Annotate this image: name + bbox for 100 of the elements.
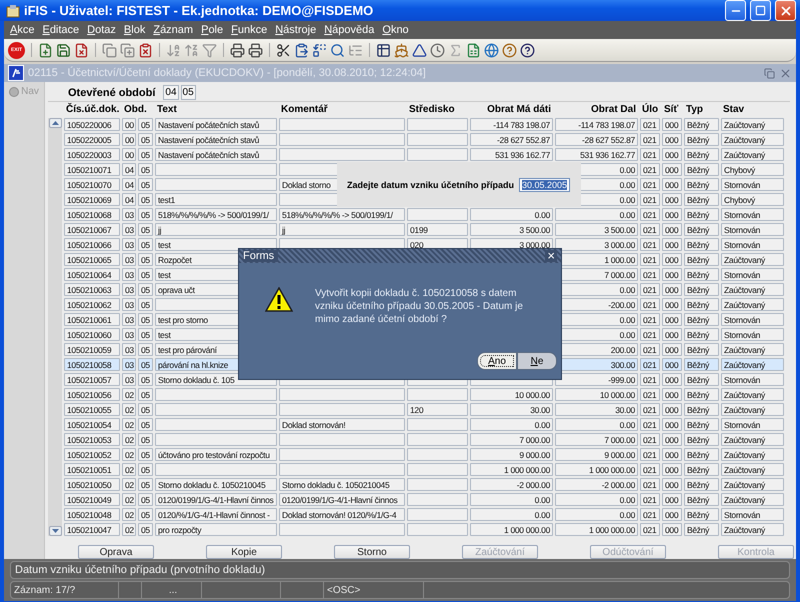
column-header: Úlo <box>641 104 660 116</box>
table-cell: Běžný <box>684 283 719 296</box>
table-cell: 000 <box>662 208 682 221</box>
table-cell: 021 <box>640 403 660 416</box>
table-cell: 05 <box>138 478 153 491</box>
table-cell: Běžný <box>684 373 719 386</box>
table-cell: 000 <box>662 403 682 416</box>
table-cell: jj <box>279 223 405 236</box>
table-cell: 00 <box>122 148 136 161</box>
table-cell: Běžný <box>684 433 719 446</box>
table-cell: 02 <box>122 433 136 446</box>
table-cell: Stornován <box>721 238 784 251</box>
table-cell: 021 <box>640 208 660 221</box>
table-cell: -114 783 198.07 <box>555 118 638 131</box>
form-button[interactable]: Oprava <box>78 545 154 559</box>
menu-item[interactable]: Nástroje <box>271 24 320 36</box>
table-cell: 000 <box>662 463 682 476</box>
table-cell: 000 <box>662 433 682 446</box>
menu-item[interactable]: Blok <box>120 24 150 36</box>
column-header: Text <box>156 104 178 116</box>
table-cell: Běžný <box>684 118 719 131</box>
table-cell: Běžný <box>684 478 719 491</box>
column-header: Typ <box>685 104 704 116</box>
table-cell: Zaúčtovaný <box>721 148 784 161</box>
status-hint: Datum vzniku účetního případu (prvotního dokladu) <box>14 564 266 576</box>
table-cell: Nastavení počátečních stavů <box>155 148 277 161</box>
table-cell: 05 <box>138 118 153 131</box>
menu-item[interactable]: Dotaz <box>83 24 120 36</box>
table-cell: Běžný <box>684 358 719 371</box>
menu-item[interactable]: Editace <box>38 24 84 36</box>
table-cell: Doklad stornován! 0120/%/1/G-4 <box>279 508 405 521</box>
table-cell: 021 <box>640 313 660 326</box>
table-cell: Doklad stornován! <box>279 418 405 431</box>
table-cell: Zaúčtovaný <box>721 493 784 506</box>
table-cell: Zaúčtovaný <box>721 433 784 446</box>
window-title: iFIS - Uživatel: FISTEST - Ek.jednotka: DEMO@FISDEMO <box>24 3 374 18</box>
table-cell: Běžný <box>684 418 719 431</box>
table-cell: 1 000 000.00 <box>555 523 638 536</box>
status-field: ... <box>142 582 202 598</box>
column-header: Obd. <box>123 104 148 116</box>
table-cell: 1050210048 <box>64 508 120 521</box>
table-cell: Běžný <box>684 133 719 146</box>
menu-item[interactable]: Funkce <box>227 24 272 36</box>
table-cell: 03 <box>122 253 136 266</box>
table-cell: Běžný <box>684 523 719 536</box>
table-cell: Běžný <box>684 508 719 521</box>
table-cell: 000 <box>662 283 682 296</box>
dialog-button[interactable]: Ano <box>477 352 517 370</box>
table-cell: 021 <box>640 148 660 161</box>
period-field[interactable]: 05 <box>180 85 196 100</box>
table-cell: 021 <box>640 298 660 311</box>
table-cell: 000 <box>662 328 682 341</box>
table-cell: Stornován <box>721 208 784 221</box>
table-cell: 30.00 <box>470 403 553 416</box>
table-cell: 021 <box>640 253 660 266</box>
menu-item[interactable]: Okno <box>378 24 413 36</box>
menu-item[interactable]: Záznam <box>149 24 198 36</box>
menu-item[interactable]: Pole <box>197 24 228 36</box>
table-cell: 000 <box>662 253 682 266</box>
table-cell: 05 <box>138 448 153 461</box>
period-label: Otevřené období <box>68 86 156 98</box>
table-cell: 05 <box>138 463 153 476</box>
table-cell: 000 <box>662 298 682 311</box>
table-cell: 0.00 <box>470 418 553 431</box>
table-cell: účtováno pro testování rozpočtu <box>155 448 277 461</box>
table-cell: -999.00 <box>555 373 638 386</box>
table-cell: 000 <box>662 388 682 401</box>
period-field[interactable]: 04 <box>163 85 179 100</box>
form-button[interactable]: Storno <box>334 545 410 559</box>
dialog-close-button[interactable]: × <box>545 250 557 262</box>
table-cell: Stornován <box>721 508 784 521</box>
table-cell: 04 <box>122 193 136 206</box>
table-cell: 1050220006 <box>64 118 120 131</box>
menu-item[interactable]: Nápověda <box>320 24 378 36</box>
table-cell: 1050210059 <box>64 343 120 356</box>
table-cell: 1050210050 <box>64 478 120 491</box>
column-header: Obrat Má dáti <box>486 104 552 116</box>
table-cell: 02 <box>122 478 136 491</box>
table-cell: 05 <box>138 523 153 536</box>
menu-item[interactable]: Akce <box>6 24 38 36</box>
table-cell: 000 <box>662 418 682 431</box>
column-header: Síť <box>663 104 680 116</box>
table-cell: Běžný <box>684 388 719 401</box>
form-button[interactable]: Kopie <box>206 545 282 559</box>
table-cell: Nastavení počátečních stavů <box>155 118 277 131</box>
dialog-button[interactable]: Ne <box>517 352 557 370</box>
date-input[interactable]: 30.05.2005 <box>519 178 570 192</box>
dialog-message: Vytvořit kopii dokladu č. 1050210058 s datem vzniku účetního případu 30.05.2005 - Datum je mimo zadané účetní období ? <box>315 287 524 327</box>
table-cell: 000 <box>662 193 682 206</box>
table-cell: Zaúčtovaný <box>721 253 784 266</box>
table-cell: 05 <box>138 403 153 416</box>
table-cell: Stornován <box>721 268 784 281</box>
table-cell: 021 <box>640 133 660 146</box>
table-cell: Chybový <box>721 193 784 206</box>
table-cell: 000 <box>662 478 682 491</box>
table-cell: jj <box>155 223 277 236</box>
table-cell: 000 <box>662 373 682 386</box>
table-cell: 1050210049 <box>64 493 120 506</box>
table-cell: Běžný <box>684 403 719 416</box>
table-cell: 03 <box>122 358 136 371</box>
